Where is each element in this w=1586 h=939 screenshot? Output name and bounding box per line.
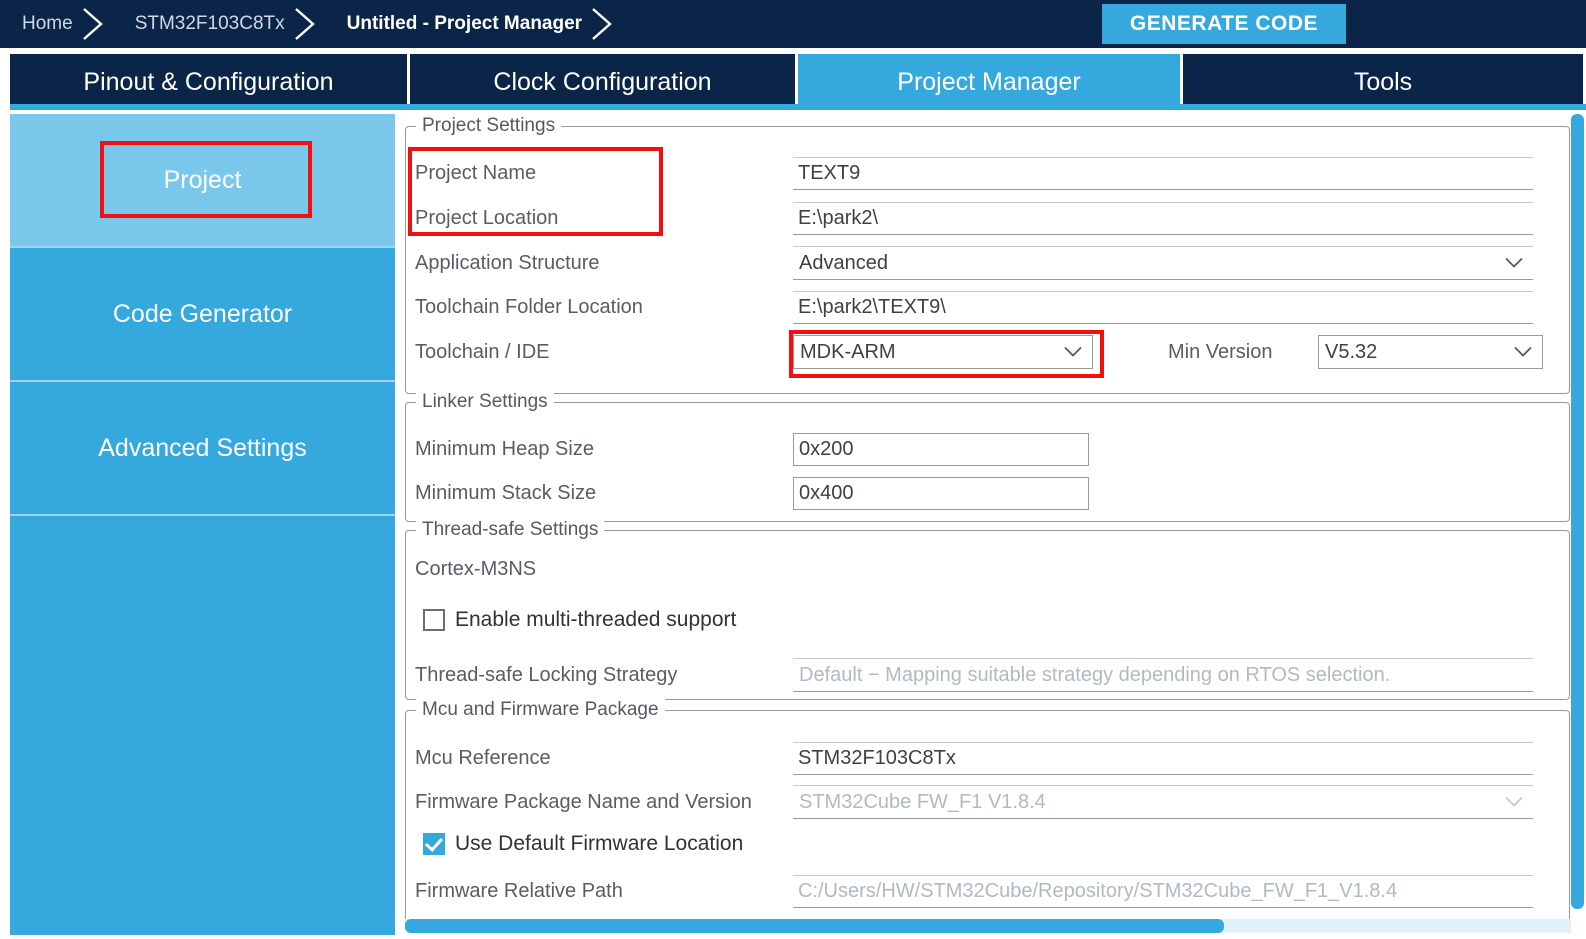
label-project-name: Project Name [415,161,537,184]
sidebar-item-label: Code Generator [112,299,293,328]
horizontal-scrollbar-thumb[interactable] [405,919,1224,933]
chevron-right-icon [291,7,319,41]
firmware-relative-path-input[interactable] [793,874,1533,908]
breadcrumb-bar: Home STM32F103C8Tx Untitled - Project Ma… [0,0,1586,48]
chevron-down-icon [1505,796,1523,808]
toolchain-ide-select[interactable]: MDK-ARM [793,335,1093,369]
row-minimum-heap-size: Minimum Heap Size [415,432,1565,466]
chevron-right-icon [588,7,616,41]
breadcrumb-label: Untitled - Project Manager [346,13,583,34]
minimum-stack-size-input[interactable] [793,476,1089,510]
tab-pinout-configuration[interactable]: Pinout & Configuration [10,54,410,110]
toolchain-folder-location-input[interactable] [793,290,1533,324]
settings-pane: Project Settings Project Name Project Lo… [401,114,1586,935]
row-minimum-stack-size: Minimum Stack Size [415,476,1565,510]
application-structure-value: Advanced [799,251,888,274]
vertical-scrollbar[interactable] [1571,114,1584,922]
label-min-version: Min Version [1168,340,1273,363]
row-toolchain-folder-location: Toolchain Folder Location [415,290,1565,324]
group-title-mcu-and-firmware-package: Mcu and Firmware Package [416,699,665,721]
group-title-project-settings: Project Settings [416,115,562,137]
group-title-thread-safe-settings: Thread-safe Settings [416,519,605,541]
min-version-select[interactable]: V5.32 [1318,335,1543,369]
label-toolchain-ide: Toolchain / IDE [415,340,550,363]
label-use-default-firmware-location: Use Default Firmware Location [455,832,744,855]
use-default-firmware-location-checkbox[interactable] [423,833,445,855]
sidebar-item-label: Advanced Settings [98,433,307,462]
group-title-linker-settings: Linker Settings [416,391,554,413]
label-minimum-stack-size: Minimum Stack Size [415,481,597,504]
vertical-scrollbar-thumb[interactable] [1571,114,1584,909]
label-firmware-package-name-version: Firmware Package Name and Version [415,790,752,813]
thread-safe-locking-strategy-value: Default − Mapping suitable strategy depe… [799,663,1391,686]
tab-project-manager[interactable]: Project Manager [798,54,1183,110]
row-mcu-reference: Mcu Reference [415,741,1565,775]
sidebar-item-project[interactable]: Project [10,114,395,248]
label-cortex-core: Cortex-M3NS [415,558,537,580]
project-manager-sidebar: Project Code Generator Advanced Settings [10,114,395,935]
row-project-name: Project Name [415,156,1565,190]
chevron-down-icon [1064,346,1082,358]
row-application-structure: Application Structure Advanced [415,246,1565,280]
sidebar-item-label: Project [163,165,242,194]
row-toolchain-ide: Toolchain / IDE MDK-ARM Min Version V5.3… [415,334,1565,370]
label-application-structure: Application Structure [415,251,600,274]
breadcrumb-item-home[interactable]: Home [0,0,113,48]
chevron-down-icon [1514,346,1532,358]
tab-clock-configuration[interactable]: Clock Configuration [410,54,798,110]
project-name-input[interactable] [793,156,1533,190]
breadcrumb-item-mcu[interactable]: STM32F103C8Tx [113,0,325,48]
row-project-location: Project Location [415,201,1565,235]
horizontal-scrollbar[interactable] [405,919,1571,933]
main-tab-bar: Pinout & Configuration Clock Configurati… [0,48,1586,110]
breadcrumb-item-project[interactable]: Untitled - Project Manager [325,0,622,48]
sidebar-item-code-generator[interactable]: Code Generator [10,248,395,382]
thread-safe-locking-strategy-select[interactable]: Default − Mapping suitable strategy depe… [793,658,1533,692]
toolchain-ide-value: MDK-ARM [800,340,896,363]
chevron-right-icon [79,7,107,41]
label-project-location: Project Location [415,206,559,229]
row-locking-strategy: Thread-safe Locking Strategy Default − M… [415,658,1565,692]
tab-tools[interactable]: Tools [1183,54,1583,110]
label-thread-safe-locking-strategy: Thread-safe Locking Strategy [415,663,678,686]
sidebar-filler [10,516,395,935]
project-location-input[interactable] [793,201,1533,235]
minimum-heap-size-input[interactable] [793,432,1089,466]
label-firmware-relative-path: Firmware Relative Path [415,879,623,902]
row-firmware-relative-path: Firmware Relative Path [415,874,1565,908]
label-toolchain-folder-location: Toolchain Folder Location [415,295,643,318]
row-enable-multithreaded: Enable multi-threaded support [423,608,736,632]
firmware-package-select[interactable]: STM32Cube FW_F1 V1.8.4 [793,785,1533,819]
label-enable-multi-threaded: Enable multi-threaded support [455,608,737,631]
row-cortex-core: Cortex-M3NS [415,558,536,581]
label-minimum-heap-size: Minimum Heap Size [415,437,594,460]
breadcrumb-label: STM32F103C8Tx [134,13,285,34]
firmware-package-value: STM32Cube FW_F1 V1.8.4 [799,790,1046,813]
chevron-down-icon [1505,257,1523,269]
generate-code-button[interactable]: GENERATE CODE [1102,4,1346,44]
min-version-value: V5.32 [1325,340,1378,363]
enable-multi-threaded-checkbox[interactable] [423,609,445,631]
row-firmware-package: Firmware Package Name and Version STM32C… [415,785,1565,819]
row-use-default-firmware-location: Use Default Firmware Location [423,832,743,856]
mcu-reference-input[interactable] [793,741,1533,775]
sidebar-item-advanced-settings[interactable]: Advanced Settings [10,382,395,516]
label-mcu-reference: Mcu Reference [415,746,551,769]
application-structure-select[interactable]: Advanced [793,246,1533,280]
page-body: Project Code Generator Advanced Settings… [0,110,1586,939]
breadcrumb-label: Home [22,13,73,34]
